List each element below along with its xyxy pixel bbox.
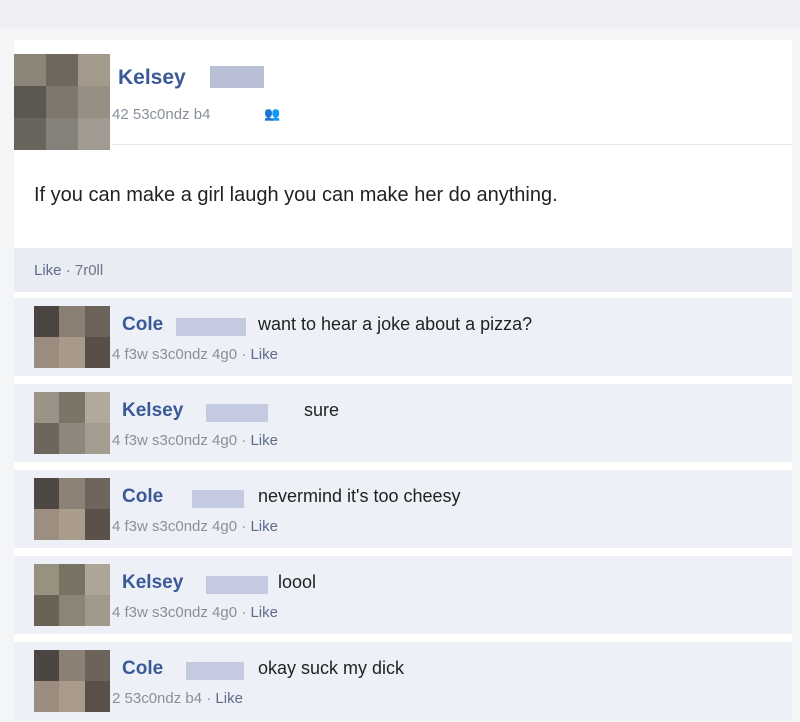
comment-author[interactable]: Kelsey xyxy=(122,400,183,422)
comment-name-blur xyxy=(206,576,268,594)
comment-meta: 4 f3w s3c0ndz 4g0 · Like xyxy=(112,346,278,363)
post-extra-link[interactable]: 7r0ll xyxy=(75,262,103,279)
comment-name-blur xyxy=(186,662,244,680)
comment-time[interactable]: 4 f3w s3c0ndz 4g0 xyxy=(112,432,237,449)
comment-text: sure xyxy=(304,400,340,420)
post-actions: Like · 7r0ll xyxy=(34,262,103,279)
author-avatar[interactable] xyxy=(14,54,110,150)
comment-item: Cole want to hear a joke about a pizza? … xyxy=(14,298,792,376)
commenter-avatar[interactable] xyxy=(34,306,110,368)
friends-icon[interactable]: 👥 xyxy=(264,106,280,122)
post-divider xyxy=(112,144,792,145)
comment-like-link[interactable]: Like xyxy=(250,346,278,363)
post-timestamp[interactable]: 42 53c0ndz b4 xyxy=(112,106,210,123)
comment-author[interactable]: Cole xyxy=(122,658,163,680)
comment-name-blur xyxy=(176,318,246,336)
comment-item: Cole nevermind it's too cheesy 4 f3w s3c… xyxy=(14,470,792,548)
commenter-avatar[interactable] xyxy=(34,564,110,626)
comment-like-link[interactable]: Like xyxy=(250,604,278,621)
post-card: Kelsey 42 53c0ndz b4 👥 If you can make a… xyxy=(14,40,792,720)
comment-time[interactable]: 2 53c0ndz b4 xyxy=(112,690,202,707)
top-band xyxy=(0,0,800,28)
comment-item: Kelsey loool 4 f3w s3c0ndz 4g0 · Like xyxy=(14,556,792,634)
comment-text: okay suck my dick xyxy=(258,658,405,678)
comment-time[interactable]: 4 f3w s3c0ndz 4g0 xyxy=(112,346,237,363)
comment-author[interactable]: Cole xyxy=(122,314,163,336)
screenshot-frame: Kelsey 42 53c0ndz b4 👥 If you can make a… xyxy=(0,0,800,722)
comment-time[interactable]: 4 f3w s3c0ndz 4g0 xyxy=(112,518,237,535)
comment-text: nevermind it's too cheesy xyxy=(258,486,461,506)
post-like-link[interactable]: Like xyxy=(34,262,62,279)
comment-meta: 4 f3w s3c0ndz 4g0 · Like xyxy=(112,604,278,621)
commenter-avatar[interactable] xyxy=(34,478,110,540)
comment-meta: 4 f3w s3c0ndz 4g0 · Like xyxy=(112,432,278,449)
comment-name-blur xyxy=(192,490,244,508)
post-actions-bar: Like · 7r0ll xyxy=(14,248,792,292)
comment-meta: 2 53c0ndz b4 · Like xyxy=(112,690,243,707)
comment-like-link[interactable]: Like xyxy=(215,690,243,707)
comment-item: Cole okay suck my dick 2 53c0ndz b4 · Li… xyxy=(14,642,792,720)
author-name-blur xyxy=(210,66,264,88)
comment-name-blur xyxy=(206,404,268,422)
actions-separator: · xyxy=(61,262,75,279)
commenter-avatar[interactable] xyxy=(34,650,110,712)
commenter-avatar[interactable] xyxy=(34,392,110,454)
post-text: If you can make a girl laugh you can mak… xyxy=(34,184,558,206)
comment-item: Kelsey sure 4 f3w s3c0ndz 4g0 · Like xyxy=(14,384,792,462)
comment-author[interactable]: Kelsey xyxy=(122,572,183,594)
comment-like-link[interactable]: Like xyxy=(250,432,278,449)
post-author-name[interactable]: Kelsey xyxy=(118,66,186,90)
comment-author[interactable]: Cole xyxy=(122,486,163,508)
comment-like-link[interactable]: Like xyxy=(250,518,278,535)
comment-time[interactable]: 4 f3w s3c0ndz 4g0 xyxy=(112,604,237,621)
comment-meta: 4 f3w s3c0ndz 4g0 · Like xyxy=(112,518,278,535)
comment-text: loool xyxy=(278,572,317,592)
comment-text: want to hear a joke about a pizza? xyxy=(258,314,533,334)
